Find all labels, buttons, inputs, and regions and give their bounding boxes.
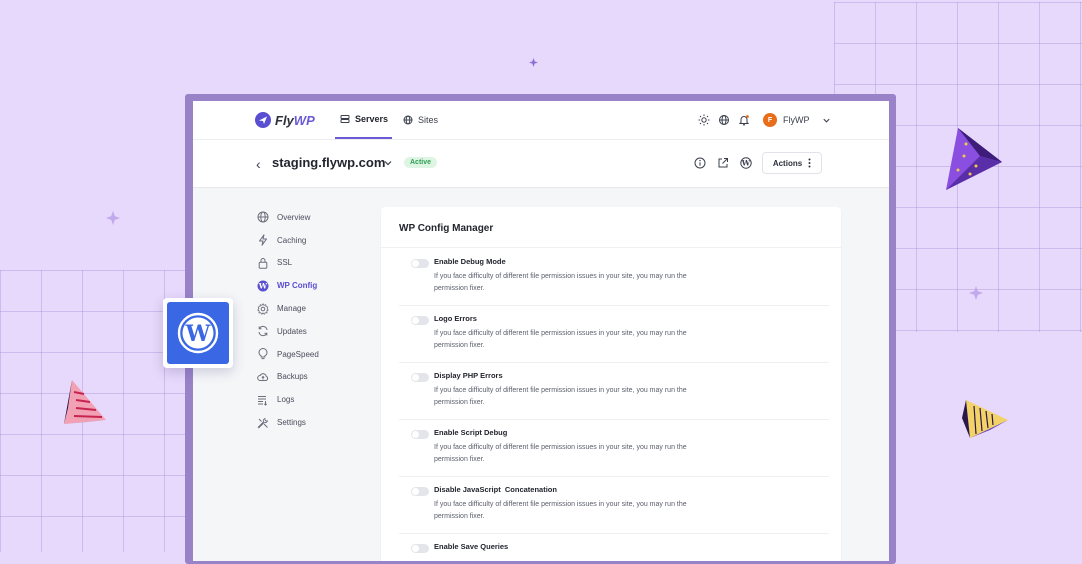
sidebar-item-settings[interactable]: Settings	[257, 411, 319, 434]
setting-title: Logo Errors	[434, 314, 477, 323]
setting-row: Disable JavaScript Concatenation If you …	[399, 477, 829, 534]
setting-description: If you face difficulty of different file…	[434, 387, 687, 406]
sidebar-item-manage[interactable]: Manage	[257, 297, 319, 320]
top-navigation: FlyWP Servers Sites F FlyWP	[193, 101, 889, 140]
logo-errors-toggle[interactable]	[411, 316, 429, 325]
sidebar-item-label: Manage	[277, 304, 306, 314]
logo-text: FlyWP	[275, 112, 315, 128]
svg-text:W: W	[258, 281, 268, 290]
chevron-down-icon	[822, 118, 830, 123]
disable-js-concatenation-toggle[interactable]	[411, 487, 429, 496]
sidebar-item-label: Overview	[277, 212, 311, 222]
pink-pyramid-decoration	[64, 380, 106, 424]
wordpress-icon[interactable]: W	[740, 157, 752, 169]
tab-servers[interactable]: Servers	[335, 101, 392, 139]
sparkle-icon	[106, 211, 120, 225]
wordpress-tile-inner: W	[167, 302, 229, 364]
sidebar-item-ssl[interactable]: SSL	[257, 252, 319, 275]
refresh-icon	[258, 326, 268, 337]
sidebar-item-label: Backups	[277, 372, 308, 382]
setting-description: If you face difficulty of different file…	[434, 330, 687, 349]
sidebar-item-label: SSL	[277, 258, 293, 268]
sidebar-item-logs[interactable]: Logs	[257, 388, 319, 411]
globe-icon	[257, 211, 269, 223]
site-header: ‹ staging.flywp.com Active W Actions	[193, 140, 889, 188]
setting-row: Display PHP Errors If you face difficult…	[399, 363, 829, 420]
chevron-down-icon[interactable]	[383, 158, 393, 168]
avatar: F	[763, 113, 777, 127]
back-button[interactable]: ‹	[256, 156, 261, 172]
server-icon	[340, 115, 350, 123]
setting-description: If you face difficulty of different file…	[434, 501, 687, 520]
user-menu[interactable]: F FlyWP	[763, 113, 831, 127]
status-badge: Active	[404, 157, 438, 168]
yellow-pyramid-decoration	[962, 400, 1008, 438]
flywp-logo-icon	[255, 112, 271, 128]
bolt-icon	[259, 234, 267, 246]
sidebar-item-label: Logs	[277, 395, 295, 405]
actions-label: Actions	[772, 158, 803, 168]
sidebar-item-overview[interactable]: Overview	[257, 206, 319, 229]
globe-icon[interactable]	[718, 114, 730, 126]
setting-title: Enable Save Queries	[434, 542, 509, 551]
setting-description: If you face difficulty of different file…	[434, 444, 687, 463]
tab-label: Servers	[355, 114, 389, 124]
sun-icon[interactable]	[698, 114, 710, 126]
sidebar-item-caching[interactable]: Caching	[257, 229, 319, 252]
purple-pyramid-decoration	[946, 128, 1002, 190]
setting-title: Disable JavaScript Concatenation	[434, 485, 557, 494]
setting-row: Enable Save Queries	[399, 534, 829, 561]
setting-title: Enable Debug Mode	[434, 257, 506, 266]
setting-title: Enable Script Debug	[434, 428, 508, 437]
sidebar-item-label: Caching	[277, 235, 307, 245]
info-icon[interactable]	[694, 157, 706, 169]
enable-script-debug-toggle[interactable]	[411, 430, 429, 439]
sidebar-item-label: PageSpeed	[277, 349, 319, 359]
lightbulb-icon	[258, 348, 268, 360]
setting-title: Display PHP Errors	[434, 371, 503, 380]
sidebar-item-backups[interactable]: Backups	[257, 366, 319, 389]
wordpress-icon: W	[257, 280, 269, 292]
gear-icon	[257, 302, 269, 315]
setting-description: If you face difficulty of different file…	[434, 273, 687, 292]
external-link-icon[interactable]	[717, 157, 729, 169]
globe-icon	[403, 115, 413, 125]
user-name: FlyWP	[783, 115, 810, 125]
tools-icon	[257, 417, 269, 428]
sparkle-icon	[529, 58, 538, 67]
app-window: FlyWP Servers Sites F FlyWP ‹ staging.fl…	[193, 101, 889, 561]
wordpress-tile: W	[163, 298, 233, 368]
setting-row: Enable Debug Mode If you face difficulty…	[399, 249, 829, 306]
sidebar-item-label: Updates	[277, 326, 307, 336]
display-php-errors-toggle[interactable]	[411, 373, 429, 382]
divider	[381, 247, 841, 248]
setting-row: Enable Script Debug If you face difficul…	[399, 420, 829, 477]
sidebar-item-pagespeed[interactable]: PageSpeed	[257, 343, 319, 366]
wordpress-logo-icon: W	[177, 312, 219, 354]
sidebar-item-updates[interactable]: Updates	[257, 320, 319, 343]
enable-debug-mode-toggle[interactable]	[411, 259, 429, 268]
wp-config-card: WP Config Manager Enable Debug Mode If y…	[381, 207, 841, 561]
setting-row: Logo Errors If you face difficulty of di…	[399, 306, 829, 363]
actions-button[interactable]: Actions	[762, 152, 822, 174]
site-name: staging.flywp.com	[272, 155, 386, 170]
sidebar-item-label: WP Config	[277, 281, 318, 291]
more-vertical-icon	[808, 158, 811, 168]
sparkle-icon	[969, 286, 983, 300]
svg-text:W: W	[185, 321, 211, 347]
sidebar-item-label: Settings	[277, 418, 306, 428]
lock-icon	[258, 258, 268, 269]
tab-label: Sites	[418, 115, 439, 125]
flywp-logo[interactable]: FlyWP	[255, 112, 315, 128]
sidebar-item-wp-config[interactable]: W WP Config	[257, 274, 319, 297]
list-icon	[258, 395, 268, 406]
svg-text:W: W	[741, 159, 751, 168]
tab-sites[interactable]: Sites	[403, 101, 438, 139]
card-title: WP Config Manager	[399, 223, 494, 234]
site-sidebar: Overview Caching SSL W WP Config Manage …	[257, 206, 319, 434]
cloud-upload-icon	[257, 373, 269, 381]
bell-icon[interactable]	[738, 114, 750, 126]
